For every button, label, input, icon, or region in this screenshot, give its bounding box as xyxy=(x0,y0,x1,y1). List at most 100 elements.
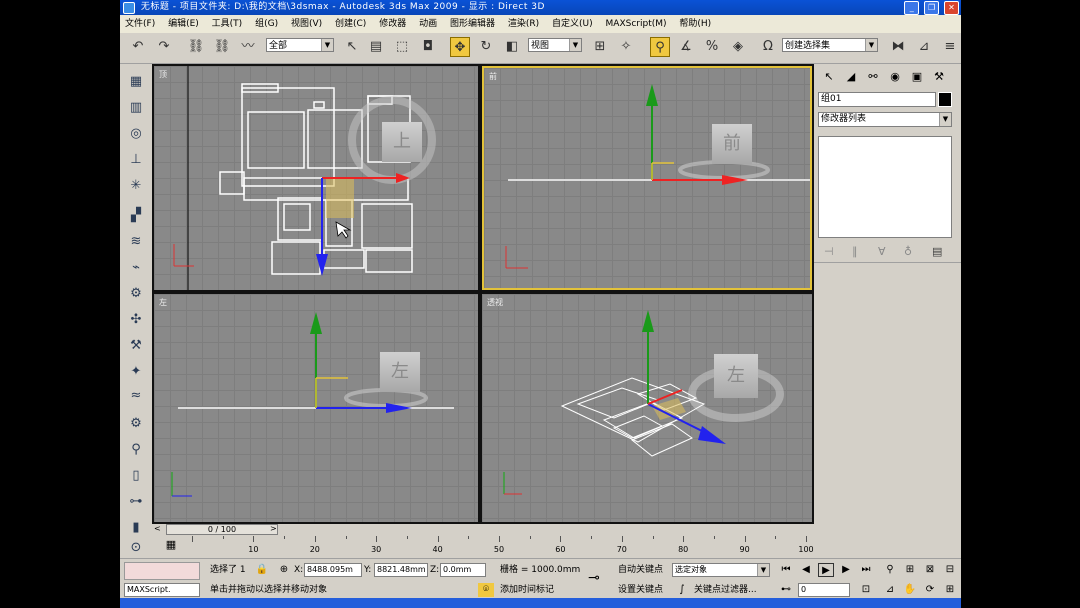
select-and-scale-icon[interactable]: ◧ xyxy=(502,37,522,57)
zoom-extents-icon[interactable]: ⊠ xyxy=(922,563,938,577)
viewport-left[interactable]: 左 左 xyxy=(154,294,478,522)
remove-modifier-icon[interactable]: ♁ xyxy=(904,245,912,258)
menu-group[interactable]: 组(G) xyxy=(250,15,283,33)
menu-graph-editors[interactable]: 图形编辑器 xyxy=(445,15,500,33)
align-icon[interactable]: ⊿ xyxy=(914,37,934,57)
rigid-body-collection-icon[interactable]: ▦ xyxy=(125,72,147,92)
field-of-view-icon[interactable]: ⊿ xyxy=(882,583,898,597)
redo-icon[interactable]: ↷ xyxy=(154,37,174,57)
show-end-result-icon[interactable]: ∥ xyxy=(852,245,858,258)
spinner-snap-icon[interactable]: ◈ xyxy=(728,37,748,57)
menu-modifiers[interactable]: 修改器 xyxy=(374,15,411,33)
go-to-start-icon[interactable]: ⏮ xyxy=(778,563,794,577)
utilities-tab-icon[interactable]: ⚒ xyxy=(930,68,948,86)
maxscript-output[interactable] xyxy=(124,562,200,580)
dashpot-icon[interactable]: ⌁ xyxy=(125,258,147,278)
current-frame-field[interactable]: 0 xyxy=(798,583,850,597)
select-and-move-icon[interactable]: ✥ xyxy=(450,37,470,57)
viewcube[interactable]: 左 xyxy=(380,352,420,392)
add-time-tag[interactable]: 添加时间标记 xyxy=(500,583,554,597)
motor-icon[interactable]: ⚙ xyxy=(125,284,147,304)
toy-car-icon[interactable]: ⚒ xyxy=(125,336,147,356)
set-key-button[interactable]: 设置关键点 xyxy=(618,583,663,597)
select-and-rotate-icon[interactable]: ↻ xyxy=(476,37,496,57)
point-to-point-icon[interactable]: ⊶ xyxy=(125,492,147,512)
time-config-icon[interactable]: ⊡ xyxy=(858,583,874,597)
next-frame-icon[interactable]: ▶ xyxy=(838,563,854,577)
link-icon[interactable]: ⛓ xyxy=(186,37,206,57)
edit-named-selection-icon[interactable]: Ω xyxy=(758,37,778,57)
key-filters-button[interactable]: 关键点过滤器... xyxy=(694,583,757,597)
hierarchy-tab-icon[interactable]: ⚯ xyxy=(864,68,882,86)
menu-create[interactable]: 创建(C) xyxy=(330,15,371,33)
select-by-name-icon[interactable]: ▤ xyxy=(366,37,386,57)
object-name-field[interactable]: 组01 xyxy=(818,92,936,107)
zoom-icon[interactable]: ⚲ xyxy=(882,563,898,577)
viewport-front[interactable]: 前 前 xyxy=(482,66,812,290)
z-coordinate-field[interactable]: 0.0mm xyxy=(440,563,486,577)
prismatic-icon[interactable]: ▮ xyxy=(125,518,147,538)
restore-button[interactable]: ❐ xyxy=(924,1,940,15)
soft-body-collection-icon[interactable]: ◎ xyxy=(125,124,147,144)
time-prev-icon[interactable]: < xyxy=(154,524,161,533)
rectangular-selection-icon[interactable]: ⬚ xyxy=(392,37,412,57)
play-icon[interactable]: ▶ xyxy=(818,563,834,577)
maximize-viewport-icon[interactable]: ⊞ xyxy=(942,583,958,597)
bind-space-warp-icon[interactable]: 〰 xyxy=(238,37,258,57)
configure-modifier-sets-icon[interactable]: ▤ xyxy=(932,245,942,258)
key-mode-icon[interactable]: ⊷ xyxy=(778,583,794,597)
motion-tab-icon[interactable]: ◉ xyxy=(886,68,904,86)
x-coordinate-field[interactable]: 8488.095m xyxy=(304,563,362,577)
menu-help[interactable]: 帮助(H) xyxy=(674,15,716,33)
key-icon[interactable]: ⊸ xyxy=(586,571,602,585)
create-tab-icon[interactable]: ↖ xyxy=(820,68,838,86)
plane-icon[interactable]: ▞ xyxy=(125,206,147,226)
modifier-stack[interactable] xyxy=(818,136,952,238)
select-and-manipulate-icon[interactable]: ✧ xyxy=(616,37,636,57)
undo-icon[interactable]: ↶ xyxy=(128,37,148,57)
snap-toggle-icon[interactable]: ⚲ xyxy=(650,37,670,57)
spring-icon[interactable]: ≋ xyxy=(125,232,147,252)
reference-coordinate-dropdown[interactable]: 视图 ▼ xyxy=(528,38,582,52)
auto-key-button[interactable]: 自动关键点 xyxy=(618,563,663,577)
viewcube[interactable]: 前 xyxy=(712,124,752,164)
minimize-button[interactable]: _ xyxy=(904,1,920,15)
named-selection-dropdown[interactable]: 创建选择集 ▼ xyxy=(782,38,878,52)
viewport-perspective[interactable]: 透视 左 xyxy=(482,294,812,522)
viewcube[interactable]: 上 xyxy=(382,122,422,162)
selection-filter-dropdown[interactable]: 全部 ▼ xyxy=(266,38,334,52)
viewcube[interactable]: 左 xyxy=(714,354,758,398)
pin-stack-icon[interactable]: ⊣ xyxy=(824,245,834,258)
object-color-swatch[interactable] xyxy=(938,92,952,107)
rope-collection-icon[interactable]: ⊥ xyxy=(125,150,147,170)
menu-views[interactable]: 视图(V) xyxy=(286,15,327,33)
window-crossing-icon[interactable]: ◘ xyxy=(418,37,438,57)
lock-icon[interactable]: 🔒 xyxy=(254,563,270,577)
timeline-ruler[interactable]: 10 20 30 40 50 60 70 80 90 100 xyxy=(192,536,814,556)
close-button[interactable]: ✕ xyxy=(944,1,959,15)
ragdoll-icon[interactable]: ⚲ xyxy=(125,440,147,460)
menu-maxscript[interactable]: MAXScript(M) xyxy=(601,15,672,33)
menu-customize[interactable]: 自定义(U) xyxy=(547,15,598,33)
angle-snap-icon[interactable]: ∡ xyxy=(676,37,696,57)
absolute-mode-icon[interactable]: ⊕ xyxy=(276,563,292,577)
track-bar-icon[interactable]: ▦ xyxy=(160,538,182,552)
menu-rendering[interactable]: 渲染(R) xyxy=(503,15,544,33)
viewport-top[interactable]: 顶 上 xyxy=(154,66,478,290)
hinge-icon[interactable]: ▯ xyxy=(125,466,147,486)
zoom-all-icon[interactable]: ⊞ xyxy=(902,563,918,577)
deforming-mesh-icon[interactable]: ✳ xyxy=(125,176,147,196)
y-coordinate-field[interactable]: 8821.48mm xyxy=(374,563,428,577)
unlink-icon[interactable]: ⛓ xyxy=(212,37,232,57)
display-tab-icon[interactable]: ▣ xyxy=(908,68,926,86)
wind-icon[interactable]: ✣ xyxy=(125,310,147,330)
modify-tab-icon[interactable]: ◢ xyxy=(842,68,860,86)
maxscript-listener[interactable]: MAXScript. xyxy=(124,583,200,597)
fracture-icon[interactable]: ✦ xyxy=(125,362,147,382)
menu-file[interactable]: 文件(F) xyxy=(120,15,160,33)
constraint-solver-icon[interactable]: ⚙ xyxy=(125,414,147,434)
go-to-end-icon[interactable]: ⏭ xyxy=(858,563,874,577)
make-unique-icon[interactable]: ∀ xyxy=(878,245,886,258)
select-object-icon[interactable]: ↖ xyxy=(342,37,362,57)
pan-view-icon[interactable]: ✋ xyxy=(902,583,918,597)
